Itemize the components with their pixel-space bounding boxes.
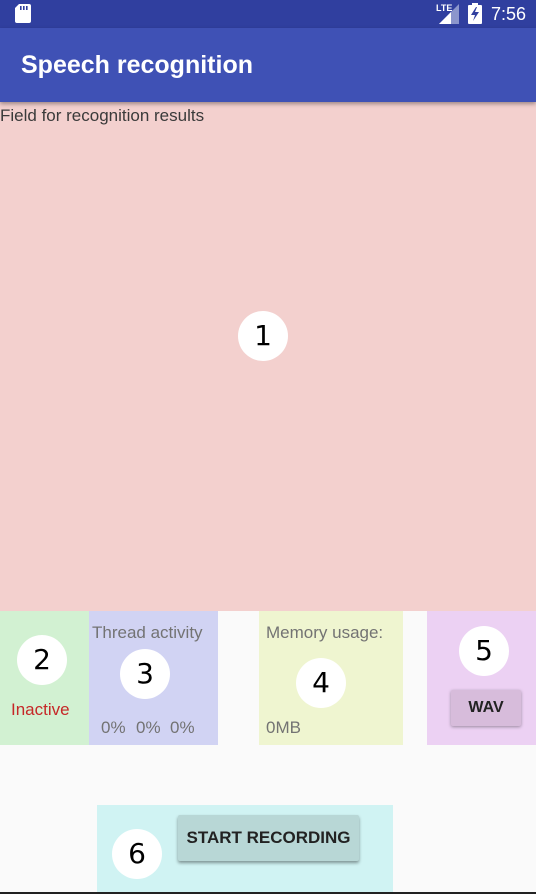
thread-activity-panel: Thread activity 3 0% 0% 0%	[89, 611, 218, 745]
start-recording-button[interactable]: START RECORDING	[178, 815, 359, 861]
memory-usage-panel: Memory usage: 4 0MB	[259, 611, 403, 745]
battery-charging-icon	[468, 3, 482, 24]
marker-2: 2	[17, 635, 67, 685]
marker-6: 6	[112, 829, 162, 879]
marker-4: 4	[296, 658, 346, 708]
record-panel: 6 START RECORDING	[97, 805, 393, 894]
signal-icon	[439, 4, 459, 24]
thread-value-1: 0%	[101, 718, 126, 737]
thread-activity-title: Thread activity	[92, 623, 203, 642]
wav-panel: 5 WAV	[427, 611, 536, 745]
results-placeholder: Field for recognition results	[0, 106, 205, 125]
thread-value-3: 0%	[170, 718, 195, 737]
memory-usage-value: 0MB	[266, 718, 301, 737]
sd-card-icon	[15, 4, 31, 23]
marker-3: 3	[120, 649, 170, 699]
thread-value-2: 0%	[136, 718, 161, 737]
clock: 7:56	[491, 4, 527, 24]
app-title: Speech recognition	[21, 51, 253, 79]
marker-1: 1	[238, 311, 288, 361]
wav-button[interactable]: WAV	[451, 690, 521, 726]
status-label: Inactive	[11, 700, 70, 719]
marker-5: 5	[459, 626, 509, 676]
app-bar: Speech recognition	[0, 28, 536, 102]
memory-usage-title: Memory usage:	[266, 623, 384, 642]
status-panel: 2 Inactive	[0, 611, 89, 745]
recognition-results-field[interactable]: Field for recognition results 1	[0, 102, 536, 611]
status-bar: LTE 7:56	[0, 0, 536, 28]
